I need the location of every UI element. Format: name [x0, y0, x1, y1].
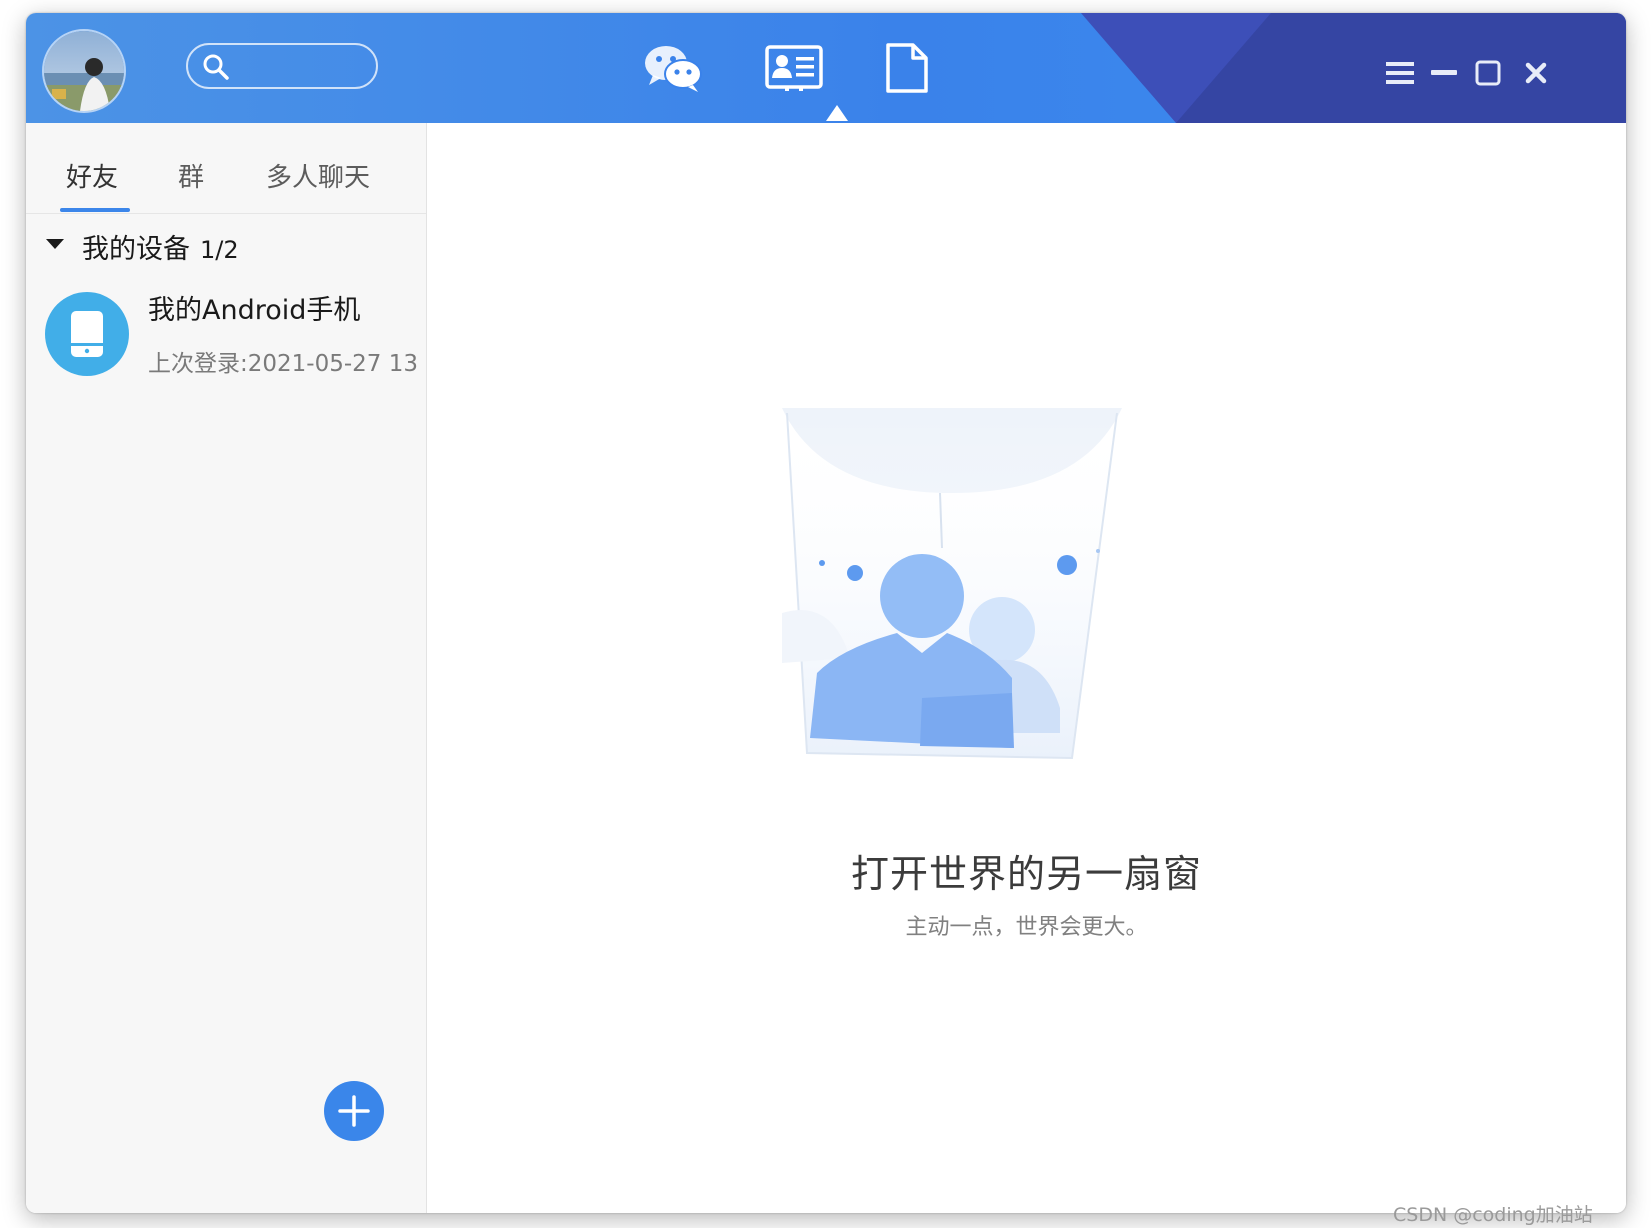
empty-state-illustration [782, 408, 1122, 760]
maximize-icon [1475, 60, 1501, 86]
active-tab-indicator [826, 105, 848, 121]
search-input[interactable] [236, 51, 370, 83]
search-box[interactable] [186, 43, 378, 89]
file-icon [886, 43, 928, 93]
phone-icon [71, 311, 103, 357]
wechat-bubbles-icon [645, 46, 702, 92]
plus-icon [338, 1095, 370, 1127]
watermark: CSDN @coding加油站 [1393, 1204, 1593, 1226]
contact-tabs: 好友 群 多人聊天 [26, 123, 426, 214]
nav-contacts-button[interactable] [759, 33, 829, 103]
group-name: 我的设备 [82, 234, 190, 265]
contacts-sidebar: 好友 群 多人聊天 我的设备 1/2 我的Android手机 上次登录:2021-… [26, 123, 427, 1213]
app-window: 好友 群 多人聊天 我的设备 1/2 我的Android手机 上次登录:2021-… [26, 13, 1626, 1213]
group-count: 1/2 [200, 236, 239, 264]
menu-icon [1386, 62, 1414, 84]
close-button[interactable] [1520, 57, 1552, 89]
add-contact-button[interactable] [324, 1081, 384, 1141]
menu-button[interactable] [1384, 57, 1416, 89]
caret-down-icon [46, 239, 64, 249]
device-last-login: 上次登录:2021-05-27 13 [148, 351, 418, 377]
search-icon [203, 54, 229, 80]
maximize-button[interactable] [1472, 57, 1504, 89]
minimize-icon [1431, 70, 1457, 75]
tab-multi-chat[interactable]: 多人聊天 [266, 157, 370, 194]
device-avatar [45, 292, 129, 376]
nav-chat-button[interactable] [638, 33, 708, 103]
tab-friends[interactable]: 好友 [66, 157, 118, 194]
empty-state-subtitle: 主动一点，世界会更大。 [905, 915, 1148, 940]
contact-card-icon [765, 45, 823, 91]
nav-files-button[interactable] [872, 33, 942, 103]
device-list-item[interactable]: 我的Android手机 上次登录:2021-05-27 13 [26, 278, 426, 388]
main-panel: 打开世界的另一扇窗 主动一点，世界会更大。 [427, 123, 1626, 1213]
device-title: 我的Android手机 [148, 295, 361, 326]
close-icon [1525, 62, 1547, 84]
title-bar [26, 13, 1626, 123]
minimize-button[interactable] [1428, 57, 1460, 89]
tab-active-underline [60, 208, 130, 212]
group-my-devices[interactable]: 我的设备 1/2 [26, 219, 426, 271]
tab-groups[interactable]: 群 [178, 157, 204, 194]
avatar[interactable] [42, 29, 126, 113]
empty-state-title: 打开世界的另一扇窗 [850, 852, 1202, 896]
